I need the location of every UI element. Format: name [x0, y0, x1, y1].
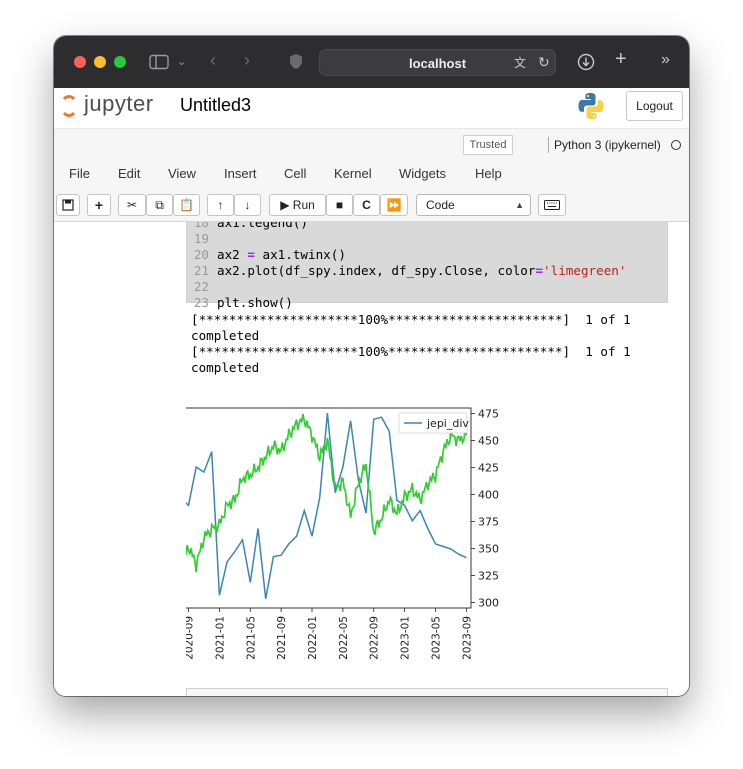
y-right-tick-label: 475	[478, 407, 499, 420]
save-button[interactable]	[56, 194, 80, 216]
translate-icon[interactable]: 文	[514, 55, 526, 71]
code-cell[interactable]: 18 ax1.legend() 19 20 ax2 = ax1.twinx() 21…	[186, 222, 669, 310]
new-tab-icon[interactable]: +	[615, 49, 627, 69]
x-tick-label: 2020-09	[186, 616, 196, 660]
play-icon: ▶	[280, 198, 290, 212]
menu-insert[interactable]: Insert	[224, 166, 257, 181]
output-line: [*********************100%**************…	[191, 312, 631, 327]
browser-toolbar: ⌄ ‹ › localhost 文 ↻ + »	[54, 36, 689, 88]
keyboard-icon	[544, 200, 560, 210]
menu-widgets[interactable]: Widgets	[399, 166, 446, 181]
x-tick-label: 2021-05	[245, 616, 257, 660]
move-down-button[interactable]: ↓	[234, 194, 261, 216]
legend-entry: jepi_div	[426, 417, 469, 430]
paste-button[interactable]: 📋	[173, 194, 200, 216]
zoom-window-button[interactable]	[114, 56, 126, 68]
jupyter-logo-icon[interactable]	[60, 95, 78, 117]
jupyter-header: jupyter Untitled3 Logout	[54, 88, 689, 128]
fast-forward-icon: ⏩	[386, 198, 402, 212]
x-tick-label: 2021-01	[214, 616, 226, 660]
copy-icon: ⧉	[155, 198, 164, 212]
y-right-tick-label: 325	[478, 570, 499, 583]
browser-window: ⌄ ‹ › localhost 文 ↻ + » jupyter Untitled…	[54, 36, 689, 696]
x-tick-label: 2022-01	[307, 616, 319, 660]
restart-icon: C	[362, 198, 371, 212]
x-tick-label: 2021-09	[276, 616, 288, 660]
logout-button[interactable]: Logout	[626, 91, 683, 121]
minimize-window-button[interactable]	[94, 56, 106, 68]
chevron-down-icon[interactable]: ⌄	[177, 54, 186, 70]
arrow-up-icon: ↑	[217, 198, 224, 212]
reload-icon[interactable]: ↻	[538, 54, 550, 70]
output-line: completed	[191, 328, 260, 343]
address-bar[interactable]: localhost 文 ↻	[319, 49, 556, 76]
y-right-tick-label: 375	[478, 516, 499, 529]
x-tick-label: 2022-05	[338, 616, 350, 660]
cell-type-select[interactable]: Code ▲▼	[416, 194, 531, 230]
code-line[interactable]: 19	[187, 231, 669, 247]
y-right-tick-label: 350	[478, 543, 499, 556]
kernel-status-indicator	[671, 140, 681, 150]
scissors-icon: ✂	[126, 198, 138, 212]
menu-help[interactable]: Help	[475, 166, 502, 181]
x-tick-label: 2023-09	[461, 616, 473, 660]
jepi-spy-chart: 0.250.300.350.400.450.500.550.6030032535…	[186, 407, 499, 660]
code-line[interactable]: 21 ax2.plot(df_spy.index, df_spy.Close, c…	[187, 263, 669, 279]
menu-edit[interactable]: Edit	[118, 166, 140, 181]
jupyter-logo-text[interactable]: jupyter	[84, 91, 154, 117]
python-logo-icon	[578, 93, 604, 119]
menu-kernel[interactable]: Kernel	[334, 166, 372, 181]
menu-cell[interactable]: Cell	[284, 166, 306, 181]
y-right-tick-label: 300	[478, 597, 499, 610]
run-label: Run	[292, 198, 315, 212]
kernel-name[interactable]: Python 3 (ipykernel)	[554, 138, 661, 152]
x-tick-label: 2022-09	[369, 616, 381, 660]
command-palette-button[interactable]	[538, 194, 566, 216]
download-icon[interactable]	[577, 53, 595, 71]
y-right-tick-label: 450	[478, 434, 499, 447]
code-line[interactable]: 18 ax1.legend()	[187, 222, 669, 231]
interrupt-button[interactable]: ■	[326, 194, 353, 216]
code-line[interactable]: 20 ax2 = ax1.twinx()	[187, 247, 669, 263]
run-button[interactable]: ▶ Run	[269, 194, 326, 216]
close-window-button[interactable]	[74, 56, 86, 68]
cell-type-value: Code	[426, 198, 455, 212]
next-code-cell[interactable]	[186, 688, 668, 696]
x-tick-label: 2023-01	[400, 616, 412, 660]
menu-file[interactable]: File	[69, 166, 90, 181]
forward-arrow-icon[interactable]: ›	[244, 51, 250, 69]
notebook-toolbar: + ✂ ⧉ 📋 ↑ ↓ ▶ Run ■ C ⏩ Code ▲▼	[54, 188, 689, 230]
plot-area	[186, 407, 472, 609]
stop-icon: ■	[335, 198, 344, 212]
tab-overview-icon[interactable]: »	[661, 52, 670, 68]
kernel-separator	[548, 137, 549, 153]
restart-run-all-button[interactable]: ⏩	[380, 194, 408, 216]
menu-area: Trusted Python 3 (ipykernel) File Edit V…	[54, 128, 689, 188]
output-line: [*********************100%**************…	[191, 344, 631, 359]
output-line: completed	[191, 360, 260, 375]
trusted-badge[interactable]: Trusted	[463, 135, 513, 155]
y-right-tick-label: 400	[478, 488, 499, 501]
shield-icon[interactable]	[289, 53, 303, 70]
sidebar-icon[interactable]	[149, 54, 169, 70]
y-right-tick-label: 425	[478, 461, 499, 474]
arrow-down-icon: ↓	[244, 198, 251, 212]
code-line[interactable]: 22	[187, 279, 669, 295]
notebook-title[interactable]: Untitled3	[180, 95, 251, 116]
back-arrow-icon[interactable]: ‹	[210, 51, 216, 69]
code-line[interactable]: 23 plt.show()	[187, 295, 669, 311]
cut-button[interactable]: ✂	[118, 194, 146, 216]
move-up-button[interactable]: ↑	[207, 194, 234, 216]
menu-view[interactable]: View	[168, 166, 196, 181]
plus-icon: +	[94, 197, 104, 213]
restart-button[interactable]: C	[353, 194, 380, 216]
x-tick-label: 2023-05	[430, 616, 442, 660]
copy-button[interactable]: ⧉	[146, 194, 173, 216]
insert-cell-button[interactable]: +	[87, 194, 111, 216]
paste-icon: 📋	[179, 198, 194, 212]
save-icon	[62, 199, 74, 211]
notebook-body[interactable]: 18 ax1.legend() 19 20 ax2 = ax1.twinx() 21…	[54, 222, 689, 696]
